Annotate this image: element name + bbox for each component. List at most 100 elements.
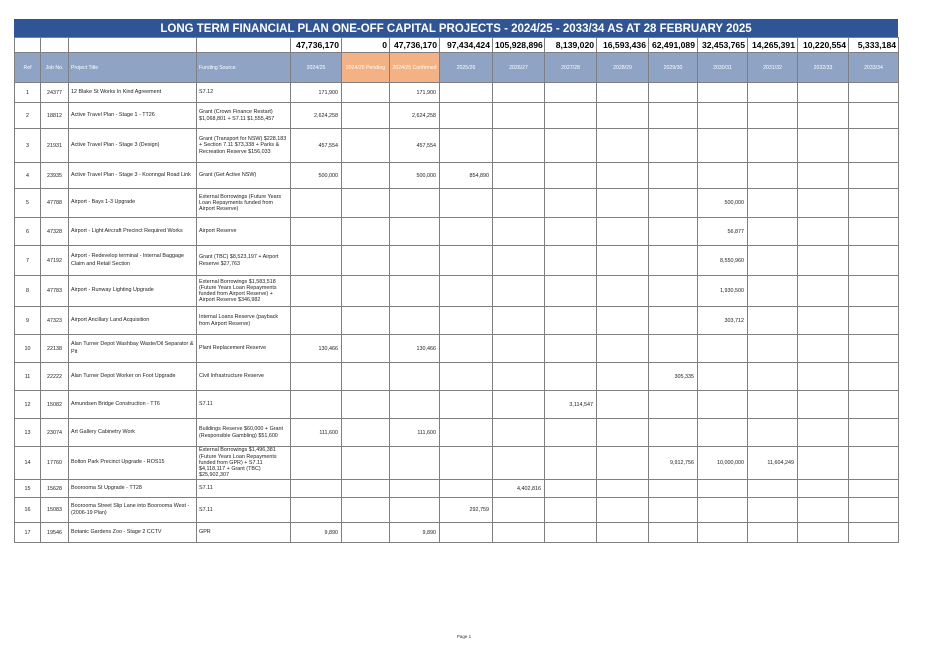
job-number-cell: 47192	[40, 245, 69, 276]
amount-cell	[596, 497, 649, 523]
amount-cell	[697, 390, 748, 419]
amount-cell	[492, 334, 545, 363]
amount-cell	[290, 497, 342, 523]
amount-cell	[797, 362, 849, 391]
amount-cell	[492, 390, 545, 419]
amount-cell: 8,550,960	[697, 245, 748, 276]
amount-cell: 56,877	[697, 217, 748, 246]
table-row: 4 23935 Active Travel Plan - Stage 3 - Koo…	[14, 162, 899, 189]
amount-cell	[492, 217, 545, 246]
job-number-cell: 23074	[40, 418, 69, 447]
amount-cell	[341, 102, 390, 129]
amount-cell	[697, 102, 748, 129]
amount-cell	[596, 82, 649, 103]
amount-cell	[697, 82, 748, 103]
ref-cell: 12	[14, 390, 41, 419]
funding-source-cell: S7.11	[196, 390, 291, 419]
amount-cell	[544, 497, 597, 523]
amount-cell	[492, 418, 545, 447]
amount-cell	[439, 522, 493, 543]
table-row: 5 47788 Airport - Bays 1-3 Upgrade External…	[14, 188, 899, 218]
amount-cell	[544, 334, 597, 363]
amount-cell	[797, 522, 849, 543]
amount-cell	[439, 418, 493, 447]
project-title-cell: Airport - Bays 1-3 Upgrade	[68, 188, 197, 218]
amount-cell	[797, 245, 849, 276]
amount-cell	[389, 446, 440, 480]
amount-cell	[648, 217, 698, 246]
totals-blank-cell	[196, 37, 291, 53]
amount-cell	[389, 306, 440, 335]
amount-cell	[389, 275, 440, 307]
total-cell: 8,139,020	[544, 37, 597, 53]
amount-cell: 500,000	[697, 188, 748, 218]
page-footer: Page 1	[456, 634, 472, 639]
amount-cell	[389, 479, 440, 498]
project-title-cell: Boorooma St Upgrade - TT28	[68, 479, 197, 498]
amount-cell	[848, 102, 899, 129]
amount-cell	[341, 217, 390, 246]
amount-cell: 11,604,249	[747, 446, 798, 480]
amount-cell	[797, 217, 849, 246]
table-row: 14 17760 Bolton Park Precinct Upgrade - RO…	[14, 446, 899, 480]
amount-cell	[747, 128, 798, 163]
ref-cell: 3	[14, 128, 41, 163]
funding-source-cell: Grant (Crown Finance Restart) $1,068,801…	[196, 102, 291, 129]
project-title-cell: Boorooma Street Slip Lane into Boorooma …	[68, 497, 197, 523]
table-row: 2 18812 Active Travel Plan - Stage 1 - TT2…	[14, 102, 899, 129]
amount-cell	[648, 188, 698, 218]
total-cell: 32,453,765	[697, 37, 748, 53]
amount-cell	[492, 522, 545, 543]
amount-cell	[848, 522, 899, 543]
project-title-cell: Amundsen Bridge Construction - TT6	[68, 390, 197, 419]
amount-cell	[848, 217, 899, 246]
amount-cell	[848, 497, 899, 523]
amount-cell	[596, 102, 649, 129]
amount-cell	[596, 275, 649, 307]
year-header: 2028/29	[596, 52, 649, 83]
amount-cell	[341, 306, 390, 335]
amount-cell	[439, 102, 493, 129]
totals-blank-cell	[68, 37, 197, 53]
amount-cell	[747, 82, 798, 103]
amount-cell: 171,900	[389, 82, 440, 103]
ref-cell: 2	[14, 102, 41, 129]
amount-cell	[389, 245, 440, 276]
amount-cell	[492, 362, 545, 391]
amount-cell	[492, 162, 545, 189]
amount-cell	[848, 128, 899, 163]
amount-cell	[797, 418, 849, 447]
amount-cell: 111,600	[290, 418, 342, 447]
amount-cell: 130,466	[290, 334, 342, 363]
ref-cell: 11	[14, 362, 41, 391]
funding-source-cell: Internal Loans Reserve (payback from Air…	[196, 306, 291, 335]
amount-cell	[596, 362, 649, 391]
amount-cell	[596, 334, 649, 363]
amount-cell	[544, 128, 597, 163]
amount-cell	[697, 418, 748, 447]
amount-cell	[389, 188, 440, 218]
financial-plan-sheet: LONG TERM FINANCIAL PLAN ONE-OFF CAPITAL…	[14, 19, 899, 543]
total-cell: 97,434,424	[439, 37, 493, 53]
totals-row: 47,736,170 0 47,736,170 97,434,424 105,928,8…	[14, 37, 899, 53]
total-cell: 0	[341, 37, 390, 53]
funding-source-cell: Grant (Transport for NSW) $228,183 + Sec…	[196, 128, 291, 163]
amount-cell	[596, 162, 649, 189]
year-header: 2024/25 Confirmed	[389, 52, 440, 83]
amount-cell	[439, 334, 493, 363]
project-title-cell: Alan Turner Depot Washbay Waste/Oil Sepa…	[68, 334, 197, 363]
job-number-cell: 19546	[40, 522, 69, 543]
amount-cell	[596, 522, 649, 543]
table-row: 17 19546 Botanic Gardens Zoo - Stage 2 CCT…	[14, 522, 899, 543]
totals-blank-cell	[14, 37, 41, 53]
funding-source-cell: External Borrowings (Future Years Loan R…	[196, 188, 291, 218]
amount-cell: 1,930,500	[697, 275, 748, 307]
amount-cell	[439, 479, 493, 498]
ref-cell: 9	[14, 306, 41, 335]
job-number-cell: 23935	[40, 162, 69, 189]
amount-cell	[389, 217, 440, 246]
amount-cell	[544, 479, 597, 498]
amount-cell	[747, 102, 798, 129]
amount-cell	[848, 188, 899, 218]
amount-cell	[341, 245, 390, 276]
